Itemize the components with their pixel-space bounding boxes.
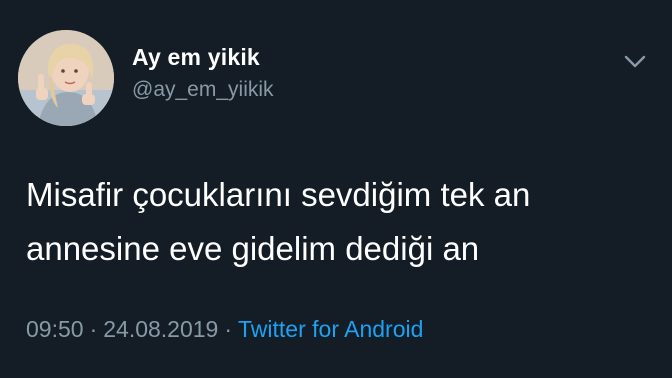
tweet-card: Ay em yikik @ay_em_yiikik Misafir çocukl…	[0, 0, 672, 378]
author-display-name[interactable]: Ay em yikik	[132, 44, 260, 71]
tweet-date[interactable]: 24.08.2019	[103, 316, 218, 342]
tweet-text-line: annesine eve gidelim dediği an	[26, 230, 480, 267]
tweet-text-line: Misafir çocuklarını sevdiğim tek an	[26, 176, 531, 213]
meta-separator: ·	[89, 316, 98, 342]
tweet-meta: 09:50 · 24.08.2019 · Twitter for Android	[26, 316, 423, 343]
avatar[interactable]	[18, 30, 114, 126]
tweet-time[interactable]: 09:50	[26, 316, 84, 342]
profile-photo-icon	[18, 30, 114, 126]
meta-separator: ·	[224, 316, 233, 342]
tweet-text: Misafir çocuklarını sevdiğim tek an anne…	[26, 168, 646, 276]
tweet-source-link[interactable]: Twitter for Android	[238, 316, 423, 342]
author-handle[interactable]: @ay_em_yiikik	[132, 78, 274, 102]
chevron-down-icon[interactable]	[622, 52, 648, 72]
